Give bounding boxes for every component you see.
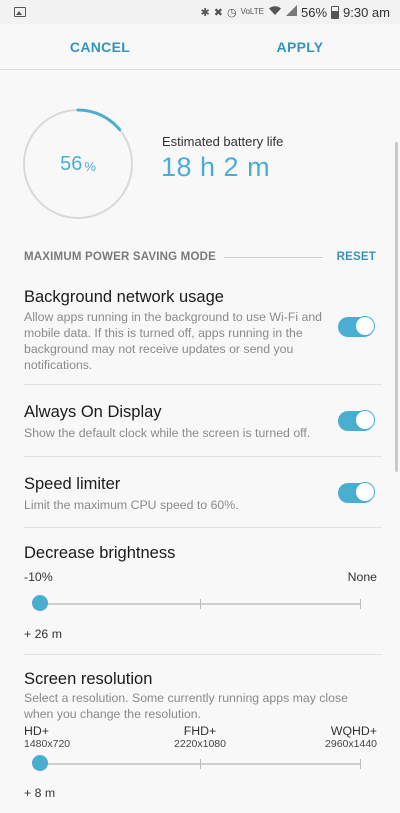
setting-speed-limiter[interactable]: Speed limiter Limit the maximum CPU spee… — [0, 458, 400, 528]
divider — [24, 654, 382, 655]
setting-title: Screen resolution — [24, 670, 153, 688]
setting-title: Decrease brightness — [24, 544, 176, 562]
background-network-toggle[interactable] — [338, 316, 375, 337]
setting-decrease-brightness: Decrease brightness -10% None + 26 m — [0, 529, 400, 654]
reset-button[interactable]: RESET — [337, 251, 376, 263]
estimated-battery-label: Estimated battery life — [162, 134, 284, 149]
battery-percent-status: 56% — [300, 4, 328, 20]
status-bar: ✱ ✖ ◷ VoLTE 56% 9:30 am — [0, 0, 400, 24]
divider — [24, 527, 382, 528]
setting-title: Always On Display — [24, 403, 162, 421]
setting-description: Limit the maximum CPU speed to 60%. — [24, 498, 239, 512]
brightness-slider-thumb[interactable] — [32, 595, 48, 611]
divider — [24, 456, 382, 457]
cancel-button[interactable]: CANCEL — [0, 24, 200, 70]
bluetooth-icon: ✱ — [200, 6, 210, 19]
estimated-battery-value: 18 h 2 m — [161, 152, 271, 182]
resolution-option-fhd-name: FHD+ — [183, 724, 217, 738]
setting-screen-resolution: Screen resolution Select a resolution. S… — [0, 656, 400, 813]
battery-percent-sign: % — [84, 158, 96, 174]
resolution-slider-tick — [200, 759, 201, 769]
brightness-slider-tick — [360, 599, 361, 609]
mute-icon: ✖ — [213, 6, 223, 19]
resolution-option-hd-name: HD+ — [24, 724, 49, 738]
setting-always-on-display[interactable]: Always On Display Show the default clock… — [0, 386, 400, 456]
setting-description: Allow apps running in the background to … — [24, 310, 323, 372]
resolution-slider-thumb[interactable] — [32, 755, 48, 771]
setting-title: Background network usage — [24, 288, 224, 306]
section-divider — [223, 256, 323, 258]
battery-icon — [331, 5, 340, 19]
always-on-display-toggle[interactable] — [338, 410, 375, 431]
image-icon — [14, 7, 26, 17]
section-header: MAXIMUM POWER SAVING MODE RESET — [24, 250, 376, 264]
resolution-gain: + 8 m — [24, 786, 56, 800]
section-title: MAXIMUM POWER SAVING MODE — [24, 251, 216, 263]
setting-description: Show the default clock while the screen … — [24, 426, 311, 440]
setting-title: Speed limiter — [24, 475, 121, 493]
resolution-option-fhd-size: 2220x1080 — [174, 738, 226, 750]
resolution-option-wqhd-size: 2960x1440 — [325, 738, 377, 750]
action-bar: CANCEL APPLY — [0, 24, 400, 70]
signal-icon — [285, 5, 297, 19]
battery-percent: 56% — [22, 108, 134, 220]
apply-button[interactable]: APPLY — [200, 24, 400, 70]
volte-icon: VoLTE — [240, 7, 264, 16]
divider — [24, 384, 382, 385]
clock: 9:30 am — [343, 4, 390, 20]
resolution-option-wqhd-name: WQHD+ — [330, 724, 377, 738]
wifi-icon — [268, 5, 282, 19]
setting-background-network[interactable]: Background network usage Allow apps runn… — [0, 284, 400, 384]
battery-percent-value: 56 — [60, 152, 83, 175]
brightness-gain: + 26 m — [24, 627, 62, 641]
brightness-max-label: None — [347, 570, 377, 584]
resolution-option-hd-size: 1480x720 — [24, 738, 71, 750]
brightness-slider-tick — [200, 599, 201, 609]
alarm-icon: ◷ — [226, 6, 237, 19]
brightness-min-label: -10% — [24, 570, 53, 584]
setting-description: Select a resolution. Some currently runn… — [24, 691, 348, 721]
speed-limiter-toggle[interactable] — [338, 482, 375, 503]
resolution-slider-tick — [360, 759, 361, 769]
